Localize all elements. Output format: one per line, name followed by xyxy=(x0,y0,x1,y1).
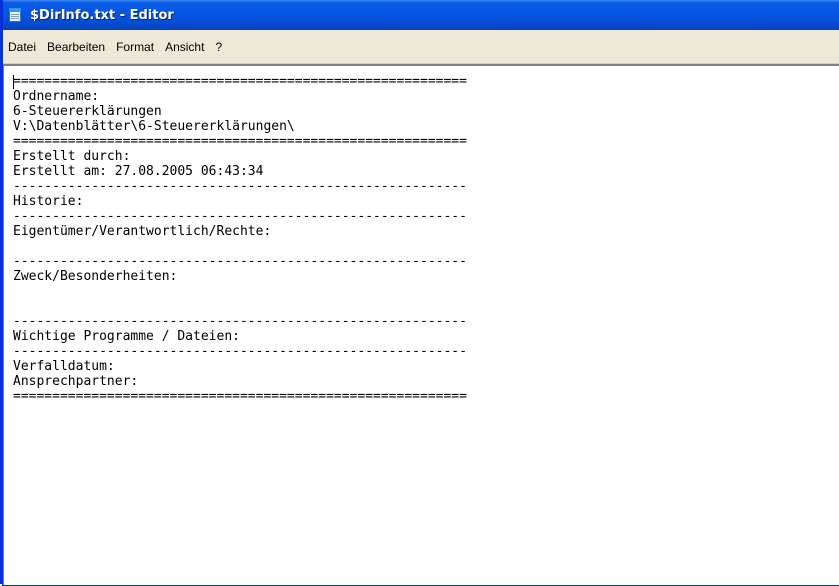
menu-bar: Datei Bearbeiten Format Ansicht ? xyxy=(2,30,839,64)
menu-bearbeiten[interactable]: Bearbeiten xyxy=(42,38,110,56)
text-line: Historie: xyxy=(13,194,84,209)
text-line: Ordnername: xyxy=(13,89,100,104)
title-bar[interactable]: $DirInfo.txt - Editor xyxy=(2,0,839,30)
menu-help[interactable]: ? xyxy=(210,38,227,56)
menu-datei[interactable]: Datei xyxy=(3,38,41,56)
menu-ansicht[interactable]: Ansicht xyxy=(160,38,209,56)
text-line: ========================================… xyxy=(13,74,467,89)
text-line: Eigentümer/Verantwortlich/Rechte: xyxy=(13,224,272,239)
text-editor-area[interactable]: ========================================… xyxy=(2,64,839,586)
text-line: Wichtige Programme / Dateien: xyxy=(13,329,240,344)
text-line: Verfalldatum: xyxy=(13,359,115,374)
text-line: 6-Steuererklärungen xyxy=(13,104,162,119)
window-title: $DirInfo.txt - Editor xyxy=(30,7,174,23)
editor-window: $DirInfo.txt - Editor Datei Bearbeiten F… xyxy=(0,0,839,586)
text-line: ========================================… xyxy=(13,389,467,404)
document-text[interactable]: ========================================… xyxy=(13,74,467,404)
text-line: Erstellt durch: xyxy=(13,149,131,164)
menu-format[interactable]: Format xyxy=(111,38,159,56)
text-line: ----------------------------------------… xyxy=(13,209,467,224)
text-line: V:\Datenblätter\6-Steuererklärungen\ xyxy=(13,119,295,134)
text-line: Erstellt am: 27.08.2005 06:43:34 xyxy=(13,164,264,179)
text-line: ----------------------------------------… xyxy=(13,254,467,269)
text-line: ----------------------------------------… xyxy=(13,314,467,329)
text-line: Zweck/Besonderheiten: xyxy=(13,269,178,284)
text-line: ========================================… xyxy=(13,134,467,149)
text-line: Ansprechpartner: xyxy=(13,374,139,389)
text-line: ----------------------------------------… xyxy=(13,344,467,359)
text-line: ----------------------------------------… xyxy=(13,179,467,194)
notepad-icon[interactable] xyxy=(8,7,24,23)
